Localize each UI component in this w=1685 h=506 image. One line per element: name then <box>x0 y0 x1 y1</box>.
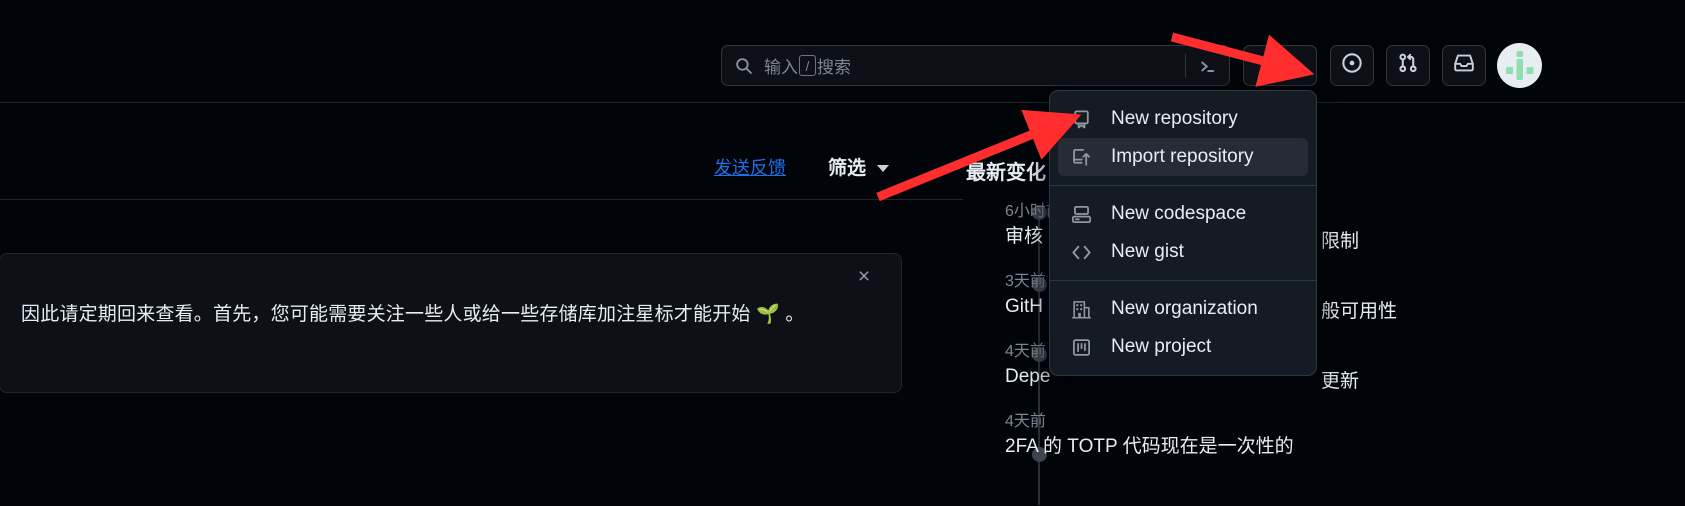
changelog-item-time: 4天前 <box>1005 343 1046 360</box>
menu-item-new-project[interactable]: New project <box>1050 328 1316 366</box>
inbox-icon <box>1453 52 1475 79</box>
changelog-item-tail: 更新 <box>1321 371 1360 392</box>
organization-icon <box>1070 298 1092 320</box>
chevron-down-icon <box>877 165 890 172</box>
search-divider <box>1185 54 1186 78</box>
repo-push-icon <box>1070 146 1092 168</box>
menu-separator <box>1050 185 1316 186</box>
project-icon <box>1070 336 1092 358</box>
changelog-item[interactable]: 4天前 2FA 的 TOTP 代码现在是一次性的 <box>1005 412 1294 461</box>
menu-item-import-repository[interactable]: Import repository <box>1058 138 1308 176</box>
search-input[interactable]: 输入 / 搜索 <box>721 45 1230 86</box>
search-placeholder-suffix: 搜索 <box>817 58 851 77</box>
menu-separator <box>1050 280 1316 281</box>
create-new-dropdown-menu: New repository Import repository New cod… <box>1049 90 1317 376</box>
changelog-title: 最新变化 <box>966 162 1046 184</box>
changelog-item-time: 3天前 <box>1005 273 1046 290</box>
onboarding-notice-text: 因此请定期回来查看。首先，您可能需要关注一些人或给一些存储库加注星标才能开始 🌱… <box>21 304 805 325</box>
menu-item-label: New codespace <box>1111 203 1247 224</box>
send-feedback-link[interactable]: 发送反馈 <box>714 154 786 180</box>
filter-button[interactable]: 筛选 <box>828 153 890 180</box>
changelog-item-title: GitH <box>1005 295 1043 317</box>
changelog-item-title: Depe <box>1005 365 1051 387</box>
search-slash-key: / <box>799 55 816 76</box>
filter-button-label: 筛选 <box>828 158 867 179</box>
git-pull-request-icon <box>1397 52 1419 79</box>
changelog-item[interactable]: 3天前 GitH <box>1005 272 1046 321</box>
create-new-button[interactable]: + <box>1243 45 1317 86</box>
search-icon <box>735 57 753 75</box>
menu-item-label: Import repository <box>1111 146 1254 167</box>
menu-item-new-gist[interactable]: New gist <box>1050 233 1316 271</box>
pull-requests-button[interactable] <box>1386 45 1430 86</box>
terminal-icon[interactable] <box>1197 56 1218 77</box>
menu-item-new-organization[interactable]: New organization <box>1050 290 1316 328</box>
user-avatar[interactable] <box>1497 43 1542 88</box>
code-icon <box>1070 241 1092 263</box>
menu-item-label: New project <box>1111 336 1212 357</box>
menu-item-new-codespace[interactable]: New codespace <box>1050 195 1316 233</box>
issues-button[interactable] <box>1330 45 1374 86</box>
search-placeholder-prefix: 输入 <box>764 58 798 77</box>
chevron-down-icon <box>1285 63 1296 68</box>
github-dashboard-screenshot: 输入 / 搜索 + 发送反馈 筛选 × 因此请定期回来查看。首先，您可能需要关注… <box>0 0 1685 506</box>
close-icon[interactable]: × <box>850 262 878 290</box>
notifications-inbox-button[interactable] <box>1442 45 1486 86</box>
issue-opened-icon <box>1341 52 1363 79</box>
menu-item-label: New gist <box>1111 241 1184 262</box>
plus-icon: + <box>1264 49 1280 77</box>
codespaces-icon <box>1070 203 1092 225</box>
search-placeholder-text: 输入 / 搜索 <box>764 53 851 78</box>
changelog-item-title: 2FA 的 TOTP 代码现在是一次性的 <box>1005 435 1294 457</box>
feed-divider <box>0 199 963 200</box>
repo-icon <box>1070 108 1092 130</box>
menu-item-new-repository[interactable]: New repository <box>1050 100 1316 138</box>
menu-item-label: New organization <box>1111 298 1258 319</box>
changelog-item-tail: 般可用性 <box>1321 301 1398 322</box>
onboarding-notice-panel: × 因此请定期回来查看。首先，您可能需要关注一些人或给一些存储库加注星标才能开始… <box>0 253 902 393</box>
changelog-item[interactable]: 4天前 Depe <box>1005 342 1050 391</box>
changelog-item-time: 4天前 <box>1005 413 1046 430</box>
global-header: 输入 / 搜索 + <box>0 0 1685 103</box>
changelog-item-tail: 限制 <box>1321 231 1360 252</box>
menu-item-label: New repository <box>1111 108 1238 129</box>
